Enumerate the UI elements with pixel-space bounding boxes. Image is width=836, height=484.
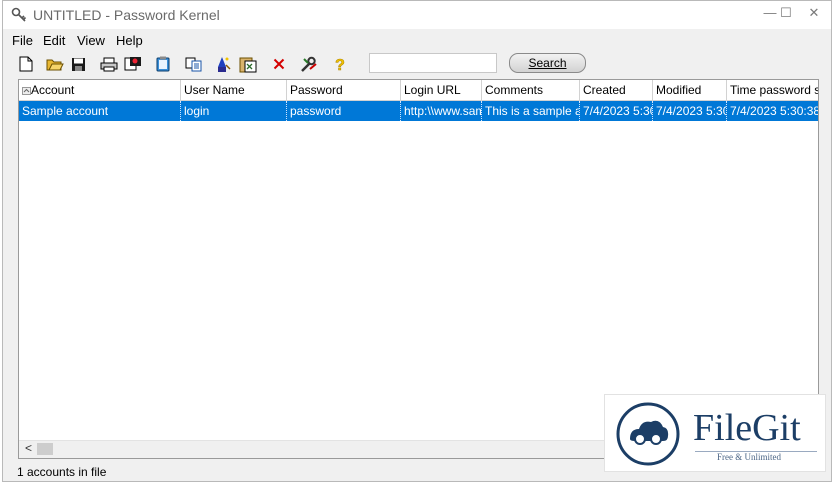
column-header-time-password-set[interactable]: Time password set [727, 80, 818, 101]
cell-login-url: http:\\www.sam [401, 101, 482, 121]
cell-comments: This is a sample acco [482, 101, 580, 121]
open-folder-icon[interactable] [45, 54, 65, 74]
save-icon[interactable] [68, 54, 88, 74]
column-header-comments[interactable]: Comments [482, 80, 580, 101]
column-header-label: Account [31, 83, 75, 97]
column-header-password[interactable]: Password [287, 80, 401, 101]
filegit-watermark: FileGit Free & Unlimited [604, 394, 826, 472]
cell-password: password [287, 101, 401, 121]
column-header-account[interactable]: Account [19, 80, 181, 101]
menu-edit[interactable]: Edit [43, 33, 65, 48]
menu-bar: File Edit View Help [3, 30, 831, 50]
column-header-created[interactable]: Created [580, 80, 653, 101]
window-title: UNTITLED - Password Kernel [33, 7, 220, 23]
key-app-icon [11, 7, 27, 22]
sort-indicator-icon [22, 86, 31, 95]
wizard-icon[interactable] [213, 54, 233, 74]
scroll-left-button[interactable]: < [25, 441, 32, 455]
cell-time-password-set: 7/4/2023 5:30:38 F [730, 104, 818, 118]
menu-file[interactable]: File [12, 33, 33, 48]
column-header-login-url[interactable]: Login URL [401, 80, 482, 101]
print-icon[interactable] [99, 54, 119, 74]
status-text: 1 accounts in file [17, 465, 107, 479]
search-input[interactable] [369, 53, 497, 73]
search-button[interactable]: Search [509, 53, 586, 73]
title-bar[interactable]: UNTITLED - Password Kernel — ☐ ✕ [3, 1, 831, 29]
svg-text:?: ? [335, 57, 345, 72]
print-preview-icon[interactable] [123, 54, 143, 74]
column-header-user-name[interactable]: User Name [181, 80, 287, 101]
duplicate-icon[interactable] [184, 54, 204, 74]
tools-icon[interactable] [299, 54, 319, 74]
delete-icon[interactable] [269, 54, 289, 74]
watermark-name: FileGit [693, 407, 801, 449]
watermark-tagline: Free & Unlimited [717, 452, 781, 462]
help-icon[interactable]: ? [330, 54, 350, 74]
cell-modified: 7/4/2023 5:30: [653, 101, 727, 121]
close-button[interactable]: ✕ [803, 3, 825, 23]
table-row[interactable]: Sample account login password http:\\www… [19, 101, 818, 121]
menu-help[interactable]: Help [116, 33, 143, 48]
cell-user-name: login [181, 101, 287, 121]
cell-created: 7/4/2023 5:30: [580, 101, 653, 121]
copy-clipboard-icon[interactable] [153, 54, 173, 74]
new-document-icon[interactable] [16, 54, 36, 74]
paste-icon[interactable] [238, 54, 258, 74]
scroll-thumb[interactable] [37, 443, 53, 455]
column-header-modified[interactable]: Modified [653, 80, 727, 101]
menu-view[interactable]: View [77, 33, 105, 48]
filegit-logo-icon [616, 402, 680, 466]
cell-account: Sample account [19, 101, 181, 121]
maximize-button[interactable]: ☐ [775, 3, 797, 23]
